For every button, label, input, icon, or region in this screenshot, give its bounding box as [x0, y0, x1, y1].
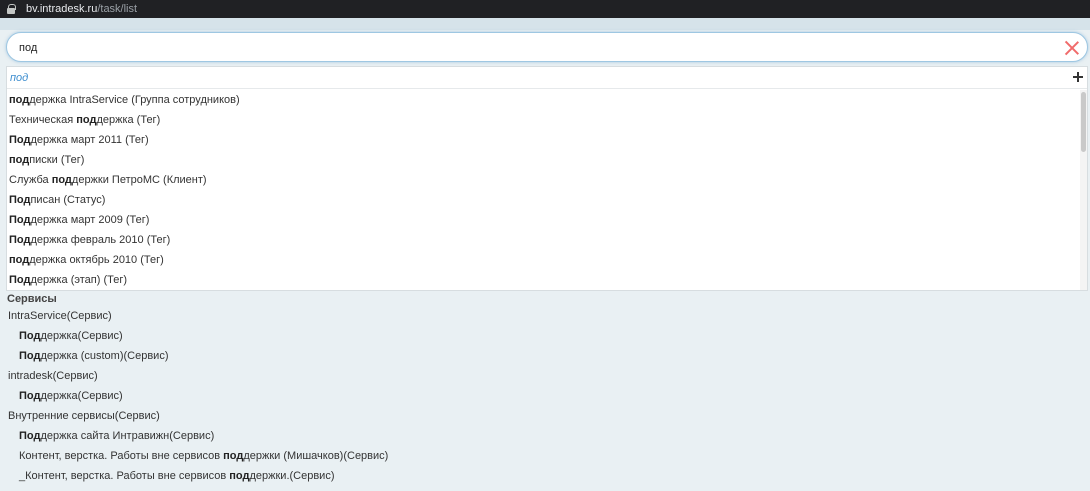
- suggestion-prefix: Техническая: [9, 114, 77, 126]
- match-text: Под: [19, 330, 41, 342]
- service-item[interactable]: Поддержка(Сервис): [0, 326, 1090, 346]
- suggestion-item[interactable]: Поддержка февраль 2010 (Тег): [7, 230, 1081, 250]
- autocomplete-dropdown: под поддержка IntraService (Группа сотру…: [6, 66, 1088, 291]
- service-item[interactable]: Поддержка сайта Интравижн(Сервис): [0, 426, 1090, 446]
- query-echo: под: [10, 72, 29, 84]
- suggestion-text: держки ПетроМС (Клиент): [71, 174, 207, 186]
- suggestion-text: писки (Тег): [29, 154, 85, 166]
- suggestion-text: писан (Статус): [30, 194, 106, 206]
- suggestion-item[interactable]: Подписан (Статус): [7, 190, 1081, 210]
- search-input[interactable]: [19, 39, 1049, 57]
- services-list: IntraService(Сервис) Поддержка(Сервис) П…: [0, 306, 1090, 486]
- service-text: держка(Сервис): [40, 330, 123, 342]
- match-text: под: [76, 114, 97, 126]
- match-text: Под: [9, 234, 31, 246]
- services-panel: Сервисы IntraService(Сервис) Поддержка(С…: [0, 291, 1090, 491]
- service-group-item[interactable]: Внутренние сервисы(Сервис): [0, 406, 1090, 426]
- url-host: bv.intradesk.ru: [26, 3, 98, 15]
- suggestion-prefix: Служба: [9, 174, 52, 186]
- service-group-item[interactable]: IntraService(Сервис): [0, 306, 1090, 326]
- clear-search-icon[interactable]: [1064, 40, 1080, 56]
- match-text: под: [9, 154, 30, 166]
- suggestion-text: держка (этап) (Тег): [30, 274, 128, 286]
- suggestion-text: держка март 2011 (Тег): [30, 134, 149, 146]
- suggestion-text: держка февраль 2010 (Тег): [30, 234, 171, 246]
- service-text: intradesk(Сервис): [8, 370, 98, 382]
- match-text: под: [51, 174, 72, 186]
- service-text: держка (custom)(Сервис): [40, 350, 169, 362]
- service-group-item[interactable]: intradesk(Сервис): [0, 366, 1090, 386]
- service-item[interactable]: Контент, верстка. Работы вне сервисов по…: [0, 446, 1090, 466]
- service-text: IntraService(Сервис): [8, 310, 112, 322]
- scrollbar-thumb[interactable]: [1081, 92, 1086, 152]
- match-text: Под: [9, 134, 31, 146]
- lock-icon: [6, 3, 16, 15]
- service-text: держки.(Сервис): [249, 470, 335, 482]
- match-text: Под: [9, 214, 31, 226]
- match-text: Под: [9, 194, 31, 206]
- suggestion-text: держка (Тег): [96, 114, 161, 126]
- query-row[interactable]: под: [7, 67, 1087, 89]
- match-text: под: [229, 470, 250, 482]
- service-item[interactable]: _Контент, верстка. Работы вне сервисов п…: [0, 466, 1090, 486]
- service-text: Внутренние сервисы(Сервис): [8, 410, 160, 422]
- suggestion-text: держка март 2009 (Тег): [30, 214, 150, 226]
- match-text: под: [9, 254, 30, 266]
- add-icon[interactable]: [1071, 70, 1085, 84]
- suggestion-text: держка октябрь 2010 (Тег): [29, 254, 164, 266]
- match-text: под: [223, 450, 244, 462]
- search-box: [6, 32, 1088, 62]
- suggestion-item[interactable]: Поддержка (этап) (Тег): [7, 270, 1081, 290]
- service-text: держка(Сервис): [40, 390, 123, 402]
- match-text: Под: [19, 390, 41, 402]
- suggestion-item[interactable]: Поддержка март 2009 (Тег): [7, 210, 1081, 230]
- suggestion-scrollbar[interactable]: [1080, 90, 1087, 290]
- suggestion-item[interactable]: Поддержка март 2011 (Тег): [7, 130, 1081, 150]
- suggestion-text: держка IntraService (Группа сотрудников): [29, 94, 240, 106]
- service-item[interactable]: Поддержка(Сервис): [0, 386, 1090, 406]
- service-text: держка сайта Интравижн(Сервис): [40, 430, 215, 442]
- match-text: Под: [9, 274, 31, 286]
- suggestion-item[interactable]: Техническая поддержка (Тег): [7, 110, 1081, 130]
- service-text: держки (Мишачков)(Сервис): [243, 450, 389, 462]
- match-text: Под: [19, 430, 41, 442]
- suggestion-list: поддержка IntraService (Группа сотрудник…: [7, 90, 1081, 290]
- service-item[interactable]: Поддержка (custom)(Сервис): [0, 346, 1090, 366]
- service-prefix: Контент, верстка. Работы вне сервисов: [19, 450, 224, 462]
- suggestion-item[interactable]: Служба поддержки ПетроМС (Клиент): [7, 170, 1081, 190]
- match-text: Под: [19, 350, 41, 362]
- suggestion-item[interactable]: поддержка IntraService (Группа сотрудник…: [7, 90, 1081, 110]
- suggestion-item[interactable]: подписки (Тег): [7, 150, 1081, 170]
- header-strip: [0, 18, 1090, 30]
- services-title: Сервисы: [7, 293, 57, 305]
- url-path: /task/list: [97, 3, 138, 15]
- service-prefix: _Контент, верстка. Работы вне сервисов: [19, 470, 230, 482]
- match-text: под: [9, 94, 30, 106]
- suggestion-item[interactable]: поддержка октябрь 2010 (Тег): [7, 250, 1081, 270]
- browser-address-bar[interactable]: bv.intradesk.ru/task/list: [0, 0, 1090, 18]
